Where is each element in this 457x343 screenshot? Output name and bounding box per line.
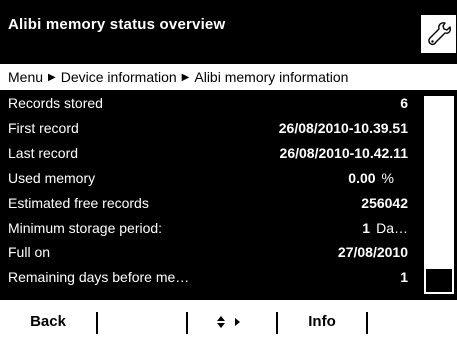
settings-tool-button[interactable]: [420, 14, 457, 54]
list-item[interactable]: Remaining days before me… 1: [8, 265, 412, 289]
row-value: 26/08/2010-10.39.51: [278, 120, 408, 136]
list-item[interactable]: Last record 26/08/2010-10.42.11: [8, 141, 412, 165]
row-label: Remaining days before me…: [8, 269, 190, 285]
row-value: 256042: [361, 195, 408, 211]
scrollbar-thumb[interactable]: [426, 269, 452, 292]
list-item[interactable]: Full on 27/08/2010: [8, 240, 412, 264]
breadcrumb-item-device-information[interactable]: Device information: [61, 69, 177, 85]
navigate-button[interactable]: [188, 300, 276, 343]
triangle-right-icon: ▶: [48, 71, 56, 83]
breadcrumb-item-menu[interactable]: Menu: [8, 69, 43, 85]
page-title: Alibi memory status overview: [8, 16, 226, 33]
scrollbar[interactable]: [424, 96, 454, 294]
row-label: Minimum storage period:: [8, 220, 163, 236]
row-label: Estimated free records: [8, 195, 149, 211]
list-item[interactable]: Minimum storage period: 1 Da…: [8, 216, 412, 240]
info-list: Records stored 6 First record 26/08/2010…: [0, 90, 457, 300]
list-item[interactable]: Estimated free records 256042: [8, 191, 412, 215]
empty-softkey[interactable]: [98, 300, 186, 343]
row-label: First record: [8, 120, 79, 136]
row-value: 0.00%: [348, 170, 394, 186]
softkey-bar: Back Info: [0, 300, 457, 343]
up-down-right-arrows-icon: [217, 315, 240, 328]
row-unit: Da…: [376, 220, 408, 236]
breadcrumb: Menu ▶ Device information ▶ Alibi memory…: [0, 64, 457, 90]
row-label: Records stored: [8, 95, 103, 111]
list-item[interactable]: Records stored 6: [8, 91, 412, 115]
info-button[interactable]: Info: [278, 300, 366, 343]
empty-softkey[interactable]: [368, 300, 457, 343]
row-label: Full on: [8, 244, 51, 260]
row-label: Last record: [8, 145, 79, 161]
triangle-right-icon: ▶: [181, 71, 190, 83]
back-button[interactable]: Back: [0, 300, 96, 343]
row-value: 1: [400, 269, 408, 285]
row-label: Used memory: [8, 170, 96, 186]
row-value: 1 Da…: [362, 220, 408, 236]
title-bar: Alibi memory status overview: [0, 0, 457, 64]
row-value: 6: [400, 95, 408, 111]
breadcrumb-item-alibi-memory: Alibi memory information: [194, 69, 349, 85]
row-value: 27/08/2010: [337, 244, 408, 260]
row-unit: %: [381, 170, 394, 186]
list-item[interactable]: First record 26/08/2010-10.39.51: [8, 116, 412, 140]
wrench-icon: [427, 22, 451, 46]
list-item[interactable]: Used memory 0.00%: [8, 166, 412, 190]
row-value: 26/08/2010-10.42.11: [279, 145, 408, 161]
